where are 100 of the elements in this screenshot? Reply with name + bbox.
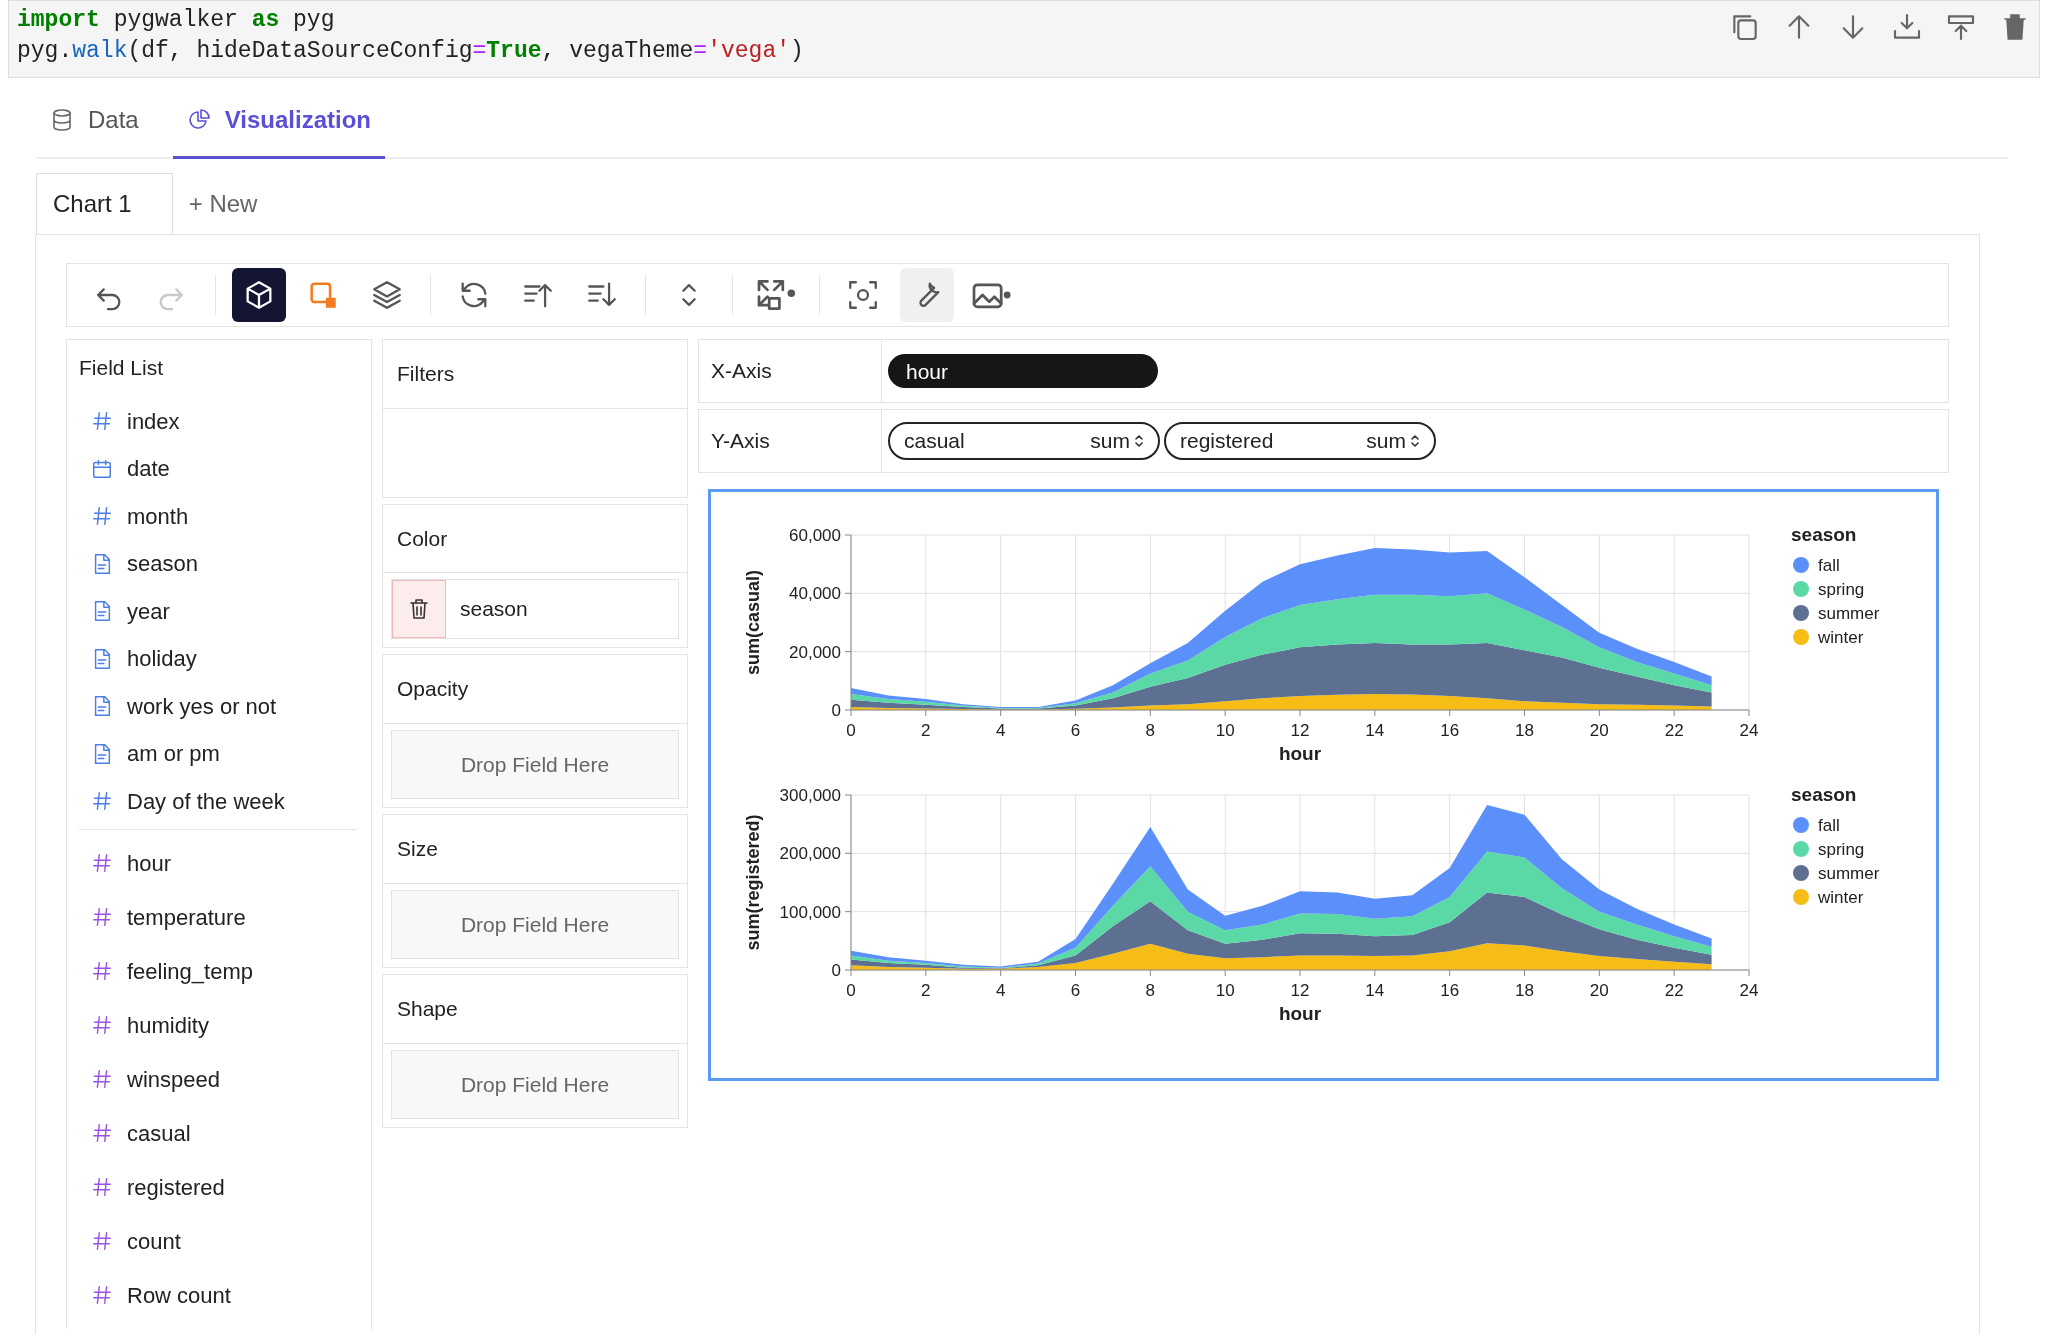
tick-label: 22 — [1664, 721, 1684, 740]
hash-icon — [91, 1176, 113, 1198]
delete-button[interactable] — [392, 580, 446, 638]
axis-title: sum(registered) — [743, 814, 763, 951]
field-item[interactable]: feeling_temp — [79, 944, 371, 998]
hash-icon — [91, 1122, 113, 1144]
legend-label: spring — [1818, 580, 1865, 599]
tick-label: 18 — [1515, 981, 1534, 1000]
field-item[interactable]: work yes or not — [79, 682, 371, 730]
tick-label: 22 — [1664, 981, 1684, 1000]
drop-zone[interactable]: Drop Field Here — [391, 1049, 679, 1119]
legend-label: spring — [1818, 840, 1865, 859]
shelf-label: Y-Axis — [699, 410, 882, 472]
panel-title: Size — [383, 815, 687, 884]
legend-label: fall — [1818, 556, 1840, 575]
field-name: casual — [904, 428, 965, 455]
tick-label: 20 — [1589, 981, 1609, 1000]
field-pill[interactable]: casual sum — [888, 422, 1160, 460]
chevron-up-down-icon — [1134, 433, 1144, 449]
axis-title: hour — [1278, 743, 1322, 764]
field-item[interactable]: season — [79, 540, 371, 588]
tick-label: 6 — [1070, 721, 1081, 740]
tick-label: 60,000 — [789, 526, 841, 545]
tick-label: 24 — [1739, 721, 1759, 740]
field-item[interactable]: count — [79, 1214, 371, 1268]
hash-icon — [91, 960, 113, 982]
field-pill[interactable]: registered sum — [1164, 422, 1436, 460]
hash-icon — [91, 1230, 113, 1252]
tick-label: 14 — [1365, 981, 1385, 1000]
field-item[interactable]: temperature — [79, 890, 371, 944]
panel-title: Shape — [383, 975, 687, 1044]
hash-icon — [91, 790, 113, 813]
wrench-button[interactable] — [900, 268, 954, 322]
tick-label: 18 — [1515, 721, 1534, 740]
aggregate-selector[interactable]: sum — [1090, 425, 1144, 457]
cube-button[interactable] — [232, 268, 286, 322]
tick-label: 10 — [1215, 981, 1235, 1000]
field-item[interactable]: date — [79, 445, 371, 493]
field-item[interactable]: hour — [79, 836, 371, 890]
tick-label: 2 — [921, 981, 931, 1000]
field-pill[interactable]: hour — [888, 354, 1158, 388]
legend-label: winter — [1818, 628, 1864, 647]
tick-label: 12 — [1290, 981, 1310, 1000]
hash-icon — [91, 410, 113, 433]
tick-label: 8 — [1145, 981, 1156, 1000]
tick-label: 16 — [1440, 721, 1460, 740]
field-name: registered — [1180, 428, 1274, 455]
new-chart-button[interactable]: + New — [172, 173, 274, 234]
tick-label: 6 — [1070, 981, 1081, 1000]
field-item[interactable]: am or pm — [79, 730, 371, 778]
shelf-label: X-Axis — [699, 340, 882, 402]
tick-label: 8 — [1145, 721, 1156, 740]
chart-tab[interactable]: Chart 1 — [36, 173, 173, 234]
field-item[interactable]: index — [79, 397, 371, 445]
view-tab[interactable]: Visualization — [172, 92, 385, 159]
view-tab[interactable]: Data — [36, 92, 153, 159]
field-item[interactable]: casual — [79, 1106, 371, 1160]
tick-label: 0 — [831, 701, 841, 720]
tick-label: 300,000 — [779, 786, 841, 805]
field-item[interactable]: Day of the week — [79, 777, 371, 825]
field-name: season — [459, 596, 529, 623]
layers-icon — [370, 278, 404, 312]
field-item[interactable]: month — [79, 492, 371, 540]
drop-zone[interactable]: Drop Field Here — [391, 729, 679, 799]
screenshot-icon — [846, 278, 880, 312]
hash-icon — [91, 906, 113, 928]
field-item[interactable]: registered — [79, 1160, 371, 1214]
panel-title: Opacity — [383, 655, 687, 724]
field-item[interactable]: winspeed — [79, 1052, 371, 1106]
field-item[interactable]: year — [79, 587, 371, 635]
field-item[interactable]: holiday — [79, 635, 371, 683]
tick-label: 20 — [1589, 721, 1609, 740]
tick-label: 20,000 — [789, 642, 841, 662]
tick-label: 4 — [995, 981, 1006, 1000]
field-pill[interactable]: season — [391, 579, 679, 639]
tick-label: 4 — [995, 721, 1006, 740]
hash-icon — [91, 852, 113, 874]
code-cell[interactable]: import pygwalker as pyg pyg.walk(df, hideDataSourceConfig=True, vegaTheme='vega') — [8, 0, 2040, 78]
drop-zone[interactable]: Drop Field Here — [391, 889, 679, 959]
tick-label: 16 — [1440, 981, 1460, 1000]
legend-label: summer — [1818, 604, 1880, 623]
tick-label: 24 — [1739, 981, 1759, 1000]
tick-label: 10 — [1215, 721, 1235, 740]
tick-label: 40,000 — [789, 584, 841, 604]
legend-title: season — [1791, 784, 1857, 805]
aggregate-selector[interactable]: sum — [1366, 425, 1420, 457]
field-item[interactable]: humidity — [79, 998, 371, 1052]
hash-icon — [91, 1014, 113, 1036]
tick-label: 0 — [846, 981, 856, 1000]
legend-label: fall — [1818, 816, 1840, 835]
axis-title: hour — [1278, 1003, 1322, 1024]
panel-title: Filters — [383, 340, 687, 409]
hash-icon — [91, 505, 113, 528]
panel-title: Field List — [79, 355, 165, 381]
hash-icon — [91, 1068, 113, 1090]
tick-label: 0 — [831, 961, 841, 980]
field-item[interactable]: Row count — [79, 1268, 371, 1322]
tick-label: 200,000 — [779, 844, 841, 864]
resize-gear-icon — [755, 278, 797, 312]
database-icon — [50, 108, 74, 132]
